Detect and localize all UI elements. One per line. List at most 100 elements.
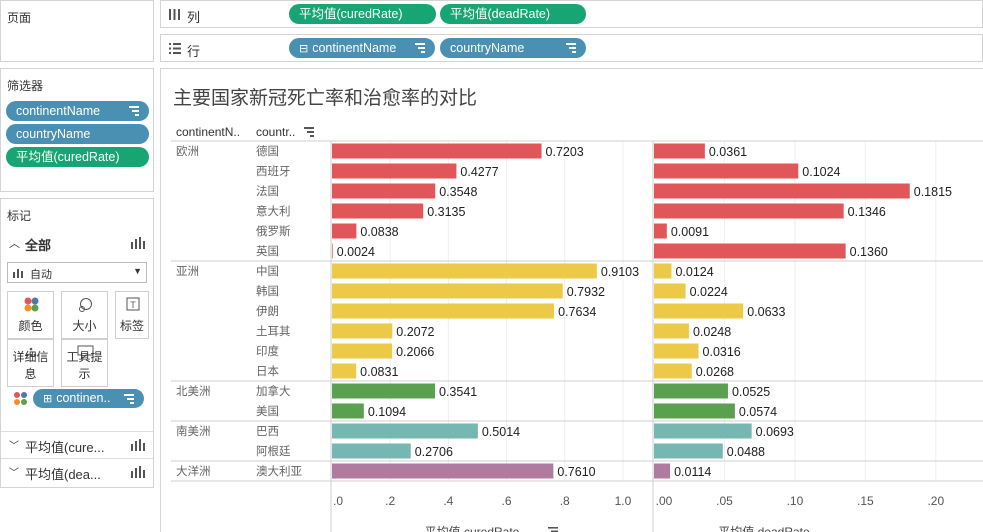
cured-rate-value-label: 0.7203: [546, 145, 584, 159]
country-label: 美国: [256, 404, 279, 418]
cured-rate-bar: [332, 143, 542, 159]
bar-chart: 欧洲 德国 0.7203 0.0361 西班牙 0.4277 0.1024 法国 0.3548 0…: [171, 140, 983, 532]
country-label: 伊朗: [256, 305, 279, 318]
dead-rate-bar: [654, 263, 672, 279]
country-label: 印度: [256, 344, 279, 358]
dead-rate-value-label: 0.1346: [848, 205, 886, 219]
dead-rate-value-label: 0.0361: [709, 145, 747, 159]
cured-rate-value-label: 0.5014: [482, 425, 520, 439]
color-button[interactable]: 颜色: [7, 291, 54, 339]
size-button[interactable]: 大小: [61, 291, 108, 339]
filter-pill-country[interactable]: countryName: [6, 124, 149, 144]
country-label: 日本: [256, 364, 279, 378]
country-label: 法国: [256, 184, 279, 198]
filter-pill-continent[interactable]: continentName: [6, 101, 149, 121]
dead-rate-bar: [654, 463, 671, 479]
marks-cured-section[interactable]: ﹀ 平均值(cure...: [1, 431, 153, 455]
filter-pill-label: continentName: [16, 104, 101, 118]
row-pill-label: countryName: [450, 41, 525, 55]
country-label: 土耳其: [256, 325, 291, 338]
x-tick-label: .6: [502, 494, 512, 508]
sort-icon: [548, 527, 558, 529]
x-tick-label: .4: [443, 494, 453, 508]
dead-rate-bar: [654, 443, 723, 459]
sort-descending-icon: [566, 43, 576, 55]
mark-type-select[interactable]: 自动 ▼: [7, 262, 147, 283]
label-button[interactable]: T 标签: [115, 291, 149, 339]
dead-rate-value-label: 0.1815: [914, 185, 952, 199]
detail-button[interactable]: 详细信息: [7, 339, 54, 387]
dead-rate-bar: [654, 403, 735, 419]
cured-rate-bar: [332, 463, 554, 479]
marks-panel: 标记 ︿ 全部 自动 ▼ 颜色 大小 T 标签 详细信息 工具提示 ⊞ conti…: [0, 198, 154, 488]
svg-text:T: T: [130, 300, 136, 310]
x-tick-label: .2: [385, 494, 395, 508]
rows-icon: [169, 43, 181, 54]
cured-rate-value-label: 0.0024: [337, 245, 375, 259]
color-field-pill[interactable]: ⊞ continen..: [33, 389, 144, 408]
cured-rate-bar: [332, 363, 357, 379]
dead-rate-bar: [654, 163, 799, 179]
filter-pill-cured-rate[interactable]: 平均值(curedRate): [6, 147, 149, 167]
size-icon: [79, 298, 92, 312]
country-label: 阿根廷: [256, 444, 291, 458]
rows-shelf: 行 ⊟ continentName countryName: [160, 34, 983, 62]
column-pill-dead-rate[interactable]: 平均值(deadRate): [440, 4, 586, 24]
marks-all-label: 全部: [25, 238, 52, 253]
cured-rate-value-label: 0.2706: [415, 445, 453, 459]
detail-button-label: 详细信息: [12, 350, 49, 381]
x-tick-label: .00: [656, 494, 673, 508]
cured-rate-bar: [332, 383, 436, 399]
plus-box-icon: ⊞: [43, 393, 53, 405]
dead-rate-bar: [654, 323, 689, 339]
continent-label: 南美洲: [176, 424, 211, 438]
text-label-icon: T: [126, 297, 140, 311]
dead-rate-bar: [654, 363, 692, 379]
cured-rate-value-label: 0.3135: [427, 205, 465, 219]
cured-rate-bar: [332, 243, 333, 259]
cured-rate-value-label: 0.2072: [396, 325, 434, 339]
mark-type-value: 自动: [30, 269, 52, 281]
dead-rate-value-label: 0.0633: [747, 305, 785, 319]
filter-pill-label: 平均值(curedRate): [16, 150, 120, 164]
marks-dead-section[interactable]: ﹀ 平均值(dea...: [1, 458, 153, 482]
cured-rate-bar: [332, 263, 597, 279]
cured-rate-bar: [332, 203, 424, 219]
cured-rate-bar: [332, 283, 563, 299]
cured-rate-bar: [332, 343, 393, 359]
dead-rate-bar: [654, 223, 667, 239]
minus-box-icon: ⊟: [299, 43, 309, 55]
size-button-label: 大小: [72, 319, 97, 333]
dead-rate-bar: [654, 423, 752, 439]
continent-label: 北美洲: [176, 384, 211, 398]
dead-rate-bar: [654, 303, 744, 319]
dead-rate-bar: [654, 183, 910, 199]
row-pill-continent[interactable]: ⊟ continentName: [289, 38, 435, 58]
color-field-label: continen..: [56, 391, 111, 405]
x-axis-title-cured: 平均值 curedRate: [425, 524, 520, 532]
row-pill-country[interactable]: countryName: [440, 38, 586, 58]
cured-rate-value-label: 0.7634: [558, 305, 596, 319]
color-palette-icon: [14, 392, 27, 405]
chevron-up-icon: ︿: [9, 238, 20, 250]
cured-rate-value-label: 0.9103: [601, 265, 639, 279]
marks-all-header[interactable]: ︿ 全部: [7, 233, 147, 253]
columns-icon: [169, 9, 180, 20]
marks-dead-label: 平均值(dea...: [25, 467, 101, 482]
column-pill-cured-rate[interactable]: 平均值(curedRate): [289, 4, 436, 24]
bar-chart-icon: [131, 237, 145, 249]
cured-rate-value-label: 0.3541: [439, 385, 477, 399]
country-label: 中国: [256, 265, 279, 278]
dead-rate-value-label: 0.1024: [802, 165, 840, 179]
color-button-label: 颜色: [18, 319, 43, 333]
cured-rate-bar: [332, 323, 393, 339]
cured-rate-value-label: 0.3548: [439, 185, 477, 199]
dead-rate-bar: [654, 143, 705, 159]
cured-rate-bar: [332, 443, 411, 459]
dead-rate-value-label: 0.0248: [693, 325, 731, 339]
dead-rate-value-label: 0.0316: [703, 345, 741, 359]
tooltip-button[interactable]: 工具提示: [61, 339, 108, 387]
column-pill-label: 平均值(deadRate): [450, 7, 551, 21]
cured-rate-value-label: 0.1094: [368, 405, 406, 419]
pages-panel-title: 页面: [7, 11, 32, 25]
